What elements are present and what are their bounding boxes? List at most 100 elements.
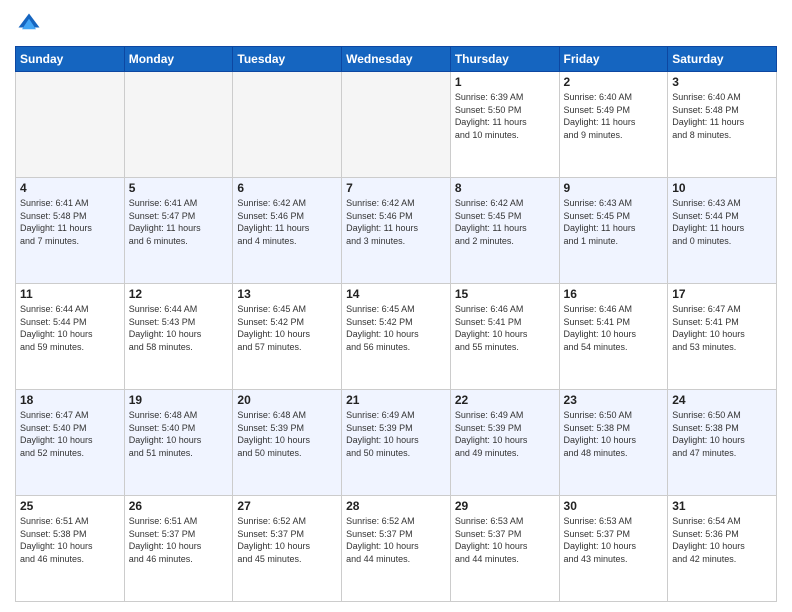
day-number: 18	[20, 393, 120, 407]
calendar-cell: 22 Sunrise: 6:49 AM Sunset: 5:39 PM Dayli…	[450, 390, 559, 496]
logo	[15, 10, 47, 38]
day-number: 27	[237, 499, 337, 513]
calendar-cell: 23Sunrise: 6:50 AM Sunset: 5:38 PM Dayli…	[559, 390, 668, 496]
day-number: 14	[346, 287, 446, 301]
day-info: Sunrise: 6:49 AM Sunset: 5:39 PM Dayligh…	[455, 409, 555, 459]
calendar-cell: 2 Sunrise: 6:40 AM Sunset: 5:49 PM Daylig…	[559, 72, 668, 178]
day-info: Sunrise: 6:44 AM Sunset: 5:44 PM Dayligh…	[20, 303, 120, 353]
calendar-cell: 26Sunrise: 6:51 AM Sunset: 5:37 PM Dayli…	[124, 496, 233, 602]
calendar-cell	[342, 72, 451, 178]
day-info: Sunrise: 6:41 AM Sunset: 5:48 PM Dayligh…	[20, 197, 120, 247]
weekday-header-monday: Monday	[124, 47, 233, 72]
day-info: Sunrise: 6:46 AM Sunset: 5:41 PM Dayligh…	[455, 303, 555, 353]
day-info: Sunrise: 6:48 AM Sunset: 5:40 PM Dayligh…	[129, 409, 229, 459]
calendar-cell: 9 Sunrise: 6:43 AM Sunset: 5:45 PM Daylig…	[559, 178, 668, 284]
day-number: 4	[20, 181, 120, 195]
calendar-cell: 27 Sunrise: 6:52 AM Sunset: 5:37 PM Dayli…	[233, 496, 342, 602]
day-number: 11	[20, 287, 120, 301]
day-number: 29	[455, 499, 555, 513]
calendar-cell: 1 Sunrise: 6:39 AM Sunset: 5:50 PM Daylig…	[450, 72, 559, 178]
calendar-cell: 21Sunrise: 6:49 AM Sunset: 5:39 PM Dayli…	[342, 390, 451, 496]
calendar-cell	[16, 72, 125, 178]
day-info: Sunrise: 6:43 AM Sunset: 5:44 PM Dayligh…	[672, 197, 772, 247]
day-info: Sunrise: 6:52 AM Sunset: 5:37 PM Dayligh…	[237, 515, 337, 565]
calendar-cell: 24Sunrise: 6:50 AM Sunset: 5:38 PM Dayli…	[668, 390, 777, 496]
calendar-cell: 19 Sunrise: 6:48 AM Sunset: 5:40 PM Dayli…	[124, 390, 233, 496]
calendar-cell: 28Sunrise: 6:52 AM Sunset: 5:37 PM Dayli…	[342, 496, 451, 602]
day-number: 31	[672, 499, 772, 513]
calendar-cell: 13 Sunrise: 6:45 AM Sunset: 5:42 PM Dayli…	[233, 284, 342, 390]
day-info: Sunrise: 6:48 AM Sunset: 5:39 PM Dayligh…	[237, 409, 337, 459]
calendar-cell: 5 Sunrise: 6:41 AM Sunset: 5:47 PM Daylig…	[124, 178, 233, 284]
day-info: Sunrise: 6:39 AM Sunset: 5:50 PM Dayligh…	[455, 91, 555, 141]
calendar-cell: 25 Sunrise: 6:51 AM Sunset: 5:38 PM Dayli…	[16, 496, 125, 602]
day-info: Sunrise: 6:47 AM Sunset: 5:40 PM Dayligh…	[20, 409, 120, 459]
day-info: Sunrise: 6:54 AM Sunset: 5:36 PM Dayligh…	[672, 515, 772, 565]
day-info: Sunrise: 6:51 AM Sunset: 5:38 PM Dayligh…	[20, 515, 120, 565]
calendar-week-row: 18 Sunrise: 6:47 AM Sunset: 5:40 PM Dayli…	[16, 390, 777, 496]
weekday-header-wednesday: Wednesday	[342, 47, 451, 72]
calendar-cell: 6Sunrise: 6:42 AM Sunset: 5:46 PM Daylig…	[233, 178, 342, 284]
day-info: Sunrise: 6:47 AM Sunset: 5:41 PM Dayligh…	[672, 303, 772, 353]
calendar-cell: 4 Sunrise: 6:41 AM Sunset: 5:48 PM Daylig…	[16, 178, 125, 284]
day-info: Sunrise: 6:45 AM Sunset: 5:42 PM Dayligh…	[237, 303, 337, 353]
calendar-cell: 15 Sunrise: 6:46 AM Sunset: 5:41 PM Dayli…	[450, 284, 559, 390]
day-number: 6	[237, 181, 337, 195]
header	[15, 10, 777, 38]
day-number: 22	[455, 393, 555, 407]
day-number: 5	[129, 181, 229, 195]
calendar-week-row: 25 Sunrise: 6:51 AM Sunset: 5:38 PM Dayli…	[16, 496, 777, 602]
day-number: 10	[672, 181, 772, 195]
calendar-cell: 11 Sunrise: 6:44 AM Sunset: 5:44 PM Dayli…	[16, 284, 125, 390]
day-number: 15	[455, 287, 555, 301]
day-number: 23	[564, 393, 664, 407]
logo-icon	[15, 10, 43, 38]
calendar-table: SundayMondayTuesdayWednesdayThursdayFrid…	[15, 46, 777, 602]
calendar-header-row: SundayMondayTuesdayWednesdayThursdayFrid…	[16, 47, 777, 72]
calendar-cell: 18 Sunrise: 6:47 AM Sunset: 5:40 PM Dayli…	[16, 390, 125, 496]
calendar-cell: 30Sunrise: 6:53 AM Sunset: 5:37 PM Dayli…	[559, 496, 668, 602]
day-number: 2	[564, 75, 664, 89]
day-info: Sunrise: 6:51 AM Sunset: 5:37 PM Dayligh…	[129, 515, 229, 565]
calendar-week-row: 11 Sunrise: 6:44 AM Sunset: 5:44 PM Dayli…	[16, 284, 777, 390]
day-info: Sunrise: 6:45 AM Sunset: 5:42 PM Dayligh…	[346, 303, 446, 353]
calendar-cell: 7 Sunrise: 6:42 AM Sunset: 5:46 PM Daylig…	[342, 178, 451, 284]
day-number: 17	[672, 287, 772, 301]
calendar-cell: 8 Sunrise: 6:42 AM Sunset: 5:45 PM Daylig…	[450, 178, 559, 284]
calendar-cell	[124, 72, 233, 178]
calendar-cell: 17 Sunrise: 6:47 AM Sunset: 5:41 PM Dayli…	[668, 284, 777, 390]
calendar-cell: 16Sunrise: 6:46 AM Sunset: 5:41 PM Dayli…	[559, 284, 668, 390]
day-info: Sunrise: 6:41 AM Sunset: 5:47 PM Dayligh…	[129, 197, 229, 247]
day-info: Sunrise: 6:44 AM Sunset: 5:43 PM Dayligh…	[129, 303, 229, 353]
day-number: 12	[129, 287, 229, 301]
day-info: Sunrise: 6:49 AM Sunset: 5:39 PM Dayligh…	[346, 409, 446, 459]
day-number: 8	[455, 181, 555, 195]
weekday-header-friday: Friday	[559, 47, 668, 72]
day-info: Sunrise: 6:52 AM Sunset: 5:37 PM Dayligh…	[346, 515, 446, 565]
weekday-header-thursday: Thursday	[450, 47, 559, 72]
day-info: Sunrise: 6:40 AM Sunset: 5:49 PM Dayligh…	[564, 91, 664, 141]
day-number: 1	[455, 75, 555, 89]
day-info: Sunrise: 6:42 AM Sunset: 5:45 PM Dayligh…	[455, 197, 555, 247]
day-info: Sunrise: 6:42 AM Sunset: 5:46 PM Dayligh…	[346, 197, 446, 247]
day-number: 7	[346, 181, 446, 195]
weekday-header-saturday: Saturday	[668, 47, 777, 72]
calendar-cell: 12 Sunrise: 6:44 AM Sunset: 5:43 PM Dayli…	[124, 284, 233, 390]
calendar-cell: 20Sunrise: 6:48 AM Sunset: 5:39 PM Dayli…	[233, 390, 342, 496]
calendar-week-row: 4 Sunrise: 6:41 AM Sunset: 5:48 PM Daylig…	[16, 178, 777, 284]
day-info: Sunrise: 6:50 AM Sunset: 5:38 PM Dayligh…	[672, 409, 772, 459]
day-info: Sunrise: 6:40 AM Sunset: 5:48 PM Dayligh…	[672, 91, 772, 141]
calendar-cell	[233, 72, 342, 178]
weekday-header-sunday: Sunday	[16, 47, 125, 72]
calendar-cell: 3 Sunrise: 6:40 AM Sunset: 5:48 PM Daylig…	[668, 72, 777, 178]
calendar-cell: 14 Sunrise: 6:45 AM Sunset: 5:42 PM Dayli…	[342, 284, 451, 390]
day-number: 13	[237, 287, 337, 301]
day-number: 3	[672, 75, 772, 89]
day-number: 9	[564, 181, 664, 195]
day-info: Sunrise: 6:43 AM Sunset: 5:45 PM Dayligh…	[564, 197, 664, 247]
day-number: 25	[20, 499, 120, 513]
day-info: Sunrise: 6:53 AM Sunset: 5:37 PM Dayligh…	[455, 515, 555, 565]
day-number: 19	[129, 393, 229, 407]
calendar-cell: 29 Sunrise: 6:53 AM Sunset: 5:37 PM Dayli…	[450, 496, 559, 602]
day-info: Sunrise: 6:53 AM Sunset: 5:37 PM Dayligh…	[564, 515, 664, 565]
